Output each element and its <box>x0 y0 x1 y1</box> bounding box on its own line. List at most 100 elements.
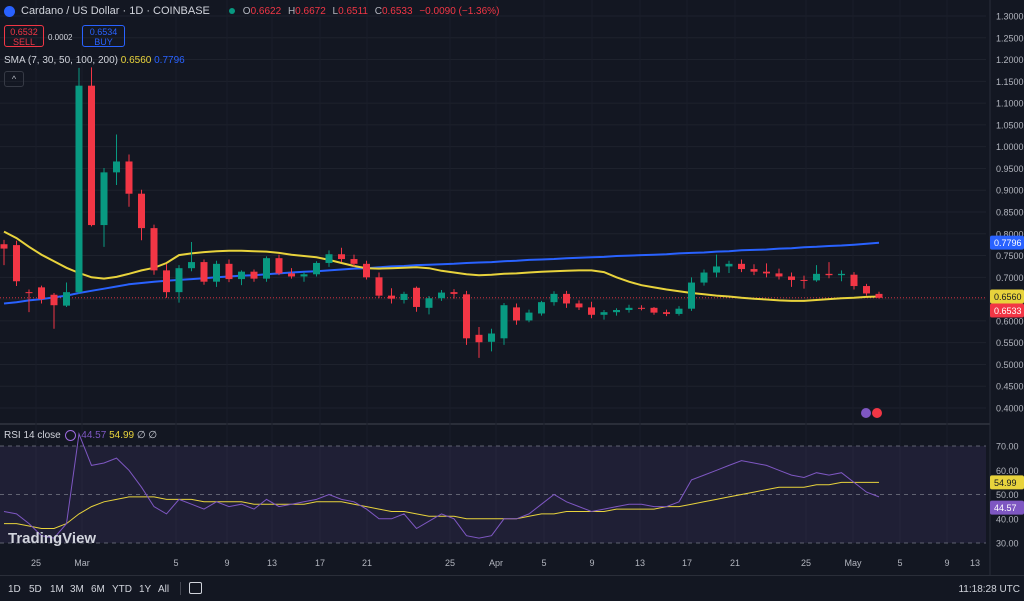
buy-label: BUY <box>94 37 113 47</box>
candle-body <box>438 292 445 299</box>
time-tick-label: Mar <box>74 558 90 568</box>
time-tick-label: 21 <box>362 558 372 568</box>
candle-body <box>175 268 183 293</box>
candle <box>263 256 270 282</box>
candle-body <box>825 273 833 276</box>
close-value: 0.6533 <box>381 6 413 17</box>
candle-body <box>25 292 33 294</box>
time-tick-label: 9 <box>944 558 949 568</box>
time-tick-label: 9 <box>224 558 229 568</box>
rsi-label: RSI 14 close <box>4 430 61 442</box>
timeframe-5d[interactable]: 5D <box>29 584 42 595</box>
candle-body <box>650 307 658 313</box>
spread-value: 0.0002 <box>48 33 73 42</box>
sma-label: SMA (7, 30, 50, 100, 200) <box>4 55 118 66</box>
candle-body <box>250 271 258 279</box>
timeframe-ytd[interactable]: YTD <box>112 584 132 595</box>
candle <box>150 224 158 275</box>
candle-body <box>300 274 308 277</box>
candle-body <box>138 193 145 229</box>
candle-body <box>488 333 495 342</box>
candle <box>200 259 208 285</box>
candle-body <box>775 273 783 277</box>
collapse-legend-button[interactable]: ^ <box>4 71 24 87</box>
price-tick-label: 1.3000 <box>996 12 1024 22</box>
price-tick-label: 0.5500 <box>996 338 1024 348</box>
candle-body <box>400 293 408 300</box>
rsi-value: 44.57 <box>81 430 107 442</box>
time-tick-label: 5 <box>173 558 178 568</box>
candle-body <box>763 271 770 274</box>
sell-button[interactable]: 0.6532 SELL <box>4 25 44 47</box>
candle-body <box>350 259 358 264</box>
candle-body <box>200 262 208 282</box>
candle-body <box>838 273 845 276</box>
time-tick-label: 17 <box>682 558 692 568</box>
candle-body <box>625 307 633 310</box>
tradingview-logo[interactable]: TradingView <box>8 530 96 547</box>
utc-clock[interactable]: 11:18:28 UTC <box>958 584 1020 595</box>
candle-body <box>188 262 195 269</box>
time-tick-label: 13 <box>970 558 980 568</box>
timeframe-all[interactable]: All <box>158 584 169 595</box>
time-tick-label: 13 <box>635 558 645 568</box>
price-tick-label: 1.2000 <box>996 55 1024 65</box>
candle-body <box>225 263 233 280</box>
time-tick-label: Apr <box>489 558 503 568</box>
visibility-icon[interactable] <box>65 430 77 441</box>
candle-body <box>100 172 108 226</box>
price-tick-label: 1.0000 <box>996 142 1024 152</box>
timeframe-3m[interactable]: 3M <box>70 584 84 595</box>
candle-body <box>675 308 683 314</box>
calendar-icon[interactable] <box>189 582 202 594</box>
open-value: 0.6622 <box>250 6 282 17</box>
candle-body <box>813 273 820 281</box>
candle-body <box>150 228 158 271</box>
chart-canvas[interactable]: 1.3000 1.2500 1.2000 1.1500 1.1000 1.0500 1.00… <box>0 0 1024 600</box>
candle-body <box>213 263 220 282</box>
price-tick-label: 0.5000 <box>996 360 1024 370</box>
candle-body <box>38 287 45 300</box>
rsi-value-label: 44.57 <box>994 503 1017 513</box>
candle-body <box>500 305 508 339</box>
candle-body <box>550 293 558 303</box>
brand-name: TradingView <box>8 530 97 547</box>
candle-body <box>788 276 795 280</box>
time-tick-label: 17 <box>315 558 325 568</box>
time-tick-label: 25 <box>801 558 811 568</box>
timeframe-6m[interactable]: 6M <box>91 584 105 595</box>
time-tick-label: 25 <box>445 558 455 568</box>
price-label: 0.6560 <box>994 292 1022 302</box>
buy-price: 0.6534 <box>89 27 118 37</box>
candle-body <box>525 312 533 321</box>
symbol-title[interactable]: Cardano / US Dollar · 1D · COINBASE <box>21 5 210 17</box>
candle-body <box>13 245 20 282</box>
candle <box>88 67 95 227</box>
buy-button[interactable]: 0.6534 BUY <box>82 25 125 47</box>
candle-body <box>588 307 595 315</box>
candle-body <box>563 293 570 304</box>
candle <box>75 67 83 294</box>
rsi-legend[interactable]: RSI 14 close 44.57 54.99 ∅ ∅ <box>4 430 157 441</box>
timeframe-1m[interactable]: 1M <box>50 584 64 595</box>
candle-body <box>463 294 470 339</box>
price-tick-label: 0.9500 <box>996 164 1024 174</box>
candle-body <box>288 273 295 277</box>
rsi-empty-values: ∅ ∅ <box>136 430 158 442</box>
symbol-header[interactable]: Cardano / US Dollar · 1D · COINBASE <box>4 5 210 17</box>
candle-body <box>413 287 420 307</box>
candle-body <box>750 269 758 272</box>
candle-body <box>50 294 58 306</box>
price-tick-label: 1.1500 <box>996 77 1024 87</box>
candle-body <box>363 263 370 278</box>
candle-body <box>425 298 433 308</box>
candle-body <box>275 258 283 274</box>
timeframe-1y[interactable]: 1Y <box>139 584 151 595</box>
timeframe-1d[interactable]: 1D <box>8 584 21 595</box>
candle-body <box>88 85 95 226</box>
candle-body <box>263 258 270 279</box>
price-tick-label: 0.7500 <box>996 251 1024 261</box>
event-flag-icon <box>861 408 871 418</box>
sma-legend[interactable]: SMA (7, 30, 50, 100, 200) 0.6560 0.7796 <box>4 55 185 66</box>
candle-body <box>800 279 808 281</box>
